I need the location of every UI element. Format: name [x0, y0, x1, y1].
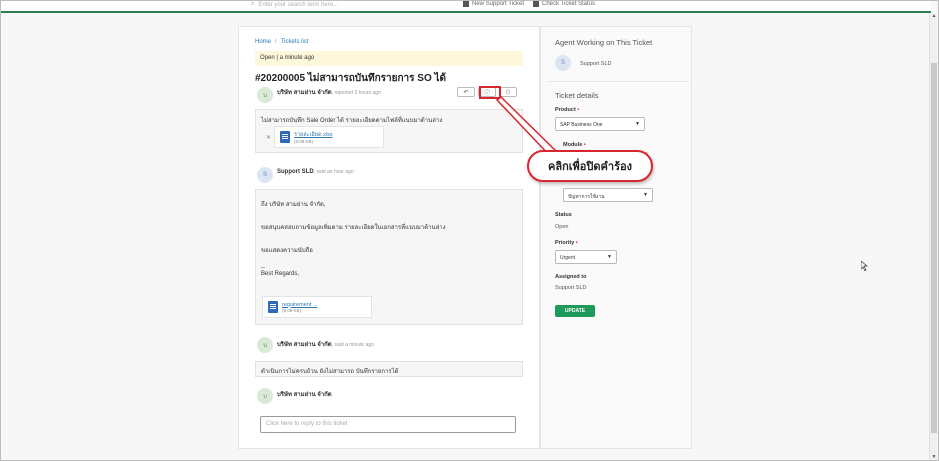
user-icon: ⚇	[505, 89, 511, 96]
status-icon	[533, 1, 539, 7]
chevron-down-icon: ▼	[607, 254, 612, 260]
global-search[interactable]: ⌕ Enter your search term here...	[251, 1, 338, 8]
reply-button[interactable]: ↶	[457, 87, 475, 97]
file-icon	[268, 301, 278, 313]
breadcrumb: Home / Tickets list	[255, 39, 309, 45]
ticket-icon	[463, 1, 469, 7]
message-body: ดำเนินการไม่ครบถ้วน ยังไม่สามารถ บันทึกร…	[255, 361, 523, 377]
breadcrumb-home[interactable]: Home	[255, 39, 271, 45]
reply-author: บริษัท สามย่าน จำกัด	[277, 392, 332, 398]
chevron-down-icon: ▼	[643, 192, 648, 198]
priority-label: Priority •	[555, 240, 578, 246]
check-status-link[interactable]: Check Ticket Status	[533, 1, 595, 7]
agent-name: Support SLD	[580, 61, 612, 67]
agent-avatar: S	[555, 55, 571, 71]
top-navigation-bar: ⌕ Enter your search term here... New Sup…	[1, 1, 931, 13]
status-value: Open	[555, 224, 569, 230]
remove-attachment-icon[interactable]: ✕	[266, 134, 271, 141]
breadcrumb-tickets[interactable]: Tickets list	[281, 39, 309, 45]
browser-frame: ⌕ Enter your search term here... New Sup…	[0, 0, 939, 461]
avatar: บ	[257, 337, 273, 353]
status-banner: Open | a minute ago	[255, 51, 523, 66]
annotation-callout: คลิกเพื่อปิดคำร้อง	[527, 150, 653, 182]
priority-select[interactable]: Urgent ▼	[555, 250, 617, 264]
scroll-up-icon[interactable]: ▲	[931, 13, 937, 19]
search-input[interactable]: Enter your search term here...	[258, 2, 338, 8]
reply-input[interactable]: Click here to reply to this ticket	[260, 416, 516, 433]
scrollbar-thumb[interactable]	[931, 63, 937, 433]
agent-heading: Agent Working on This Ticket	[555, 38, 653, 47]
category-select[interactable]: ปัญหาการใช้งาน ▼	[563, 188, 653, 202]
page-scrollbar[interactable]: ▲ ▼	[929, 13, 937, 460]
update-button[interactable]: UPDATE	[555, 305, 595, 317]
message-author: บริษัท สามย่าน จำกัด, said a minute ago	[277, 342, 374, 348]
product-label: Product •	[555, 107, 580, 113]
status-label: Status	[555, 212, 572, 218]
assigned-label: Assigned to	[555, 274, 587, 280]
details-heading: Ticket details	[555, 91, 599, 100]
message-author: บริษัท สามย่าน จำกัด, reported 3 hours a…	[277, 90, 381, 96]
reply-icon: ↶	[463, 89, 469, 96]
assigned-value: Support SLD	[555, 285, 587, 291]
file-icon	[280, 131, 290, 143]
product-select[interactable]: SAP Business One ▼	[555, 117, 645, 131]
divider	[549, 81, 689, 82]
ticket-sidebar: Agent Working on This Ticket S Support S…	[540, 26, 692, 449]
scroll-down-icon[interactable]: ▼	[931, 454, 937, 460]
module-label: Module •	[563, 142, 586, 148]
close-button-highlight	[479, 86, 501, 99]
avatar: S	[257, 167, 273, 183]
mouse-cursor-icon	[861, 261, 868, 271]
avatar: บ	[257, 87, 273, 103]
new-ticket-link[interactable]: New Support Ticket	[463, 1, 524, 7]
chevron-down-icon: ▼	[635, 121, 640, 127]
search-icon: ⌕	[251, 1, 255, 7]
page-title: #20200005 ไม่สามารถบันทึกรายการ SO ได้	[255, 73, 447, 84]
attachment[interactable]: รายละเอียด.xlsx (8.08 KB)	[274, 126, 384, 148]
attachment[interactable]: requirement ... (8.08 KB)	[262, 296, 372, 318]
message-author: Support SLD, said an hour ago	[277, 169, 354, 175]
assign-user-button[interactable]: ⚇	[499, 87, 517, 97]
avatar: บ	[257, 388, 273, 404]
ticket-main-panel: Home / Tickets list Open | a minute ago #2…	[238, 26, 540, 449]
